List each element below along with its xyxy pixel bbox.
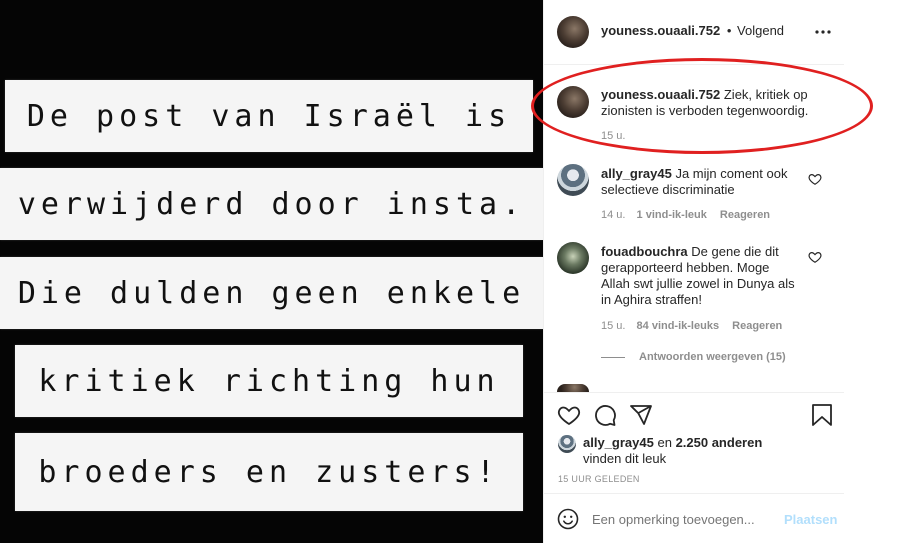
likes-user[interactable]: ally_gray45 (583, 435, 654, 450)
caption-username[interactable]: youness.ouaali.752 (601, 87, 720, 102)
comment-avatar-ally[interactable] (557, 164, 589, 196)
actions-divider (544, 392, 845, 393)
heart-icon[interactable] (557, 403, 581, 427)
post-comment-button[interactable]: Plaatsen (784, 512, 837, 527)
header-separator: • (726, 23, 732, 38)
comment-icon[interactable] (593, 403, 617, 427)
header-divider (544, 64, 845, 65)
image-text-line-5: broeders en zusters! (15, 433, 523, 511)
comment-like-heart-icon-1[interactable] (808, 172, 822, 186)
share-icon[interactable] (629, 403, 653, 427)
view-replies-line (601, 357, 625, 358)
page-margin (844, 0, 905, 543)
comment-body-1: ally_gray45 Ja mijn coment ook selectiev… (601, 166, 799, 198)
post-header: youness.ouaali.752 • Volgend (601, 23, 784, 38)
comment-username-2[interactable]: fouadbouchra (601, 244, 688, 259)
likes-suffix: vinden dit leuk (583, 451, 667, 466)
caption-avatar[interactable] (557, 86, 589, 118)
post-timestamp[interactable]: 15 UUR GELEDEN (558, 474, 640, 484)
add-comment-divider (544, 493, 845, 494)
image-text-line-3: Die dulden geen enkele (0, 257, 543, 329)
comment-meta-2: 15 u. 84 vind-ik-leuks Reageren (601, 320, 782, 332)
comment-avatar-fouad[interactable] (557, 242, 589, 274)
comment-likes-1[interactable]: 1 vind-ik-leuk (637, 209, 707, 221)
view-replies-label: Antwoorden weergeven (15) (639, 351, 786, 363)
image-text-line-1: De post van Israël is (5, 80, 533, 152)
comment-likes-2[interactable]: 84 vind-ik-leuks (637, 320, 720, 332)
comment-body-2: fouadbouchra De gene die dit gerapportee… (601, 244, 799, 308)
likes-connector: en (657, 435, 672, 450)
comment-username-1[interactable]: ally_gray45 (601, 166, 672, 181)
caption-body: youness.ouaali.752 Ziek, kritiek op zion… (601, 87, 821, 119)
follow-status-button[interactable]: Volgend (737, 23, 784, 38)
likes-summary: ally_gray45 en 2.250 anderen vinden dit … (583, 435, 803, 467)
caption-time[interactable]: 15 u. (601, 130, 625, 142)
comment-meta-1: 14 u. 1 vind-ik-leuk Reageren (601, 209, 770, 221)
more-horizontal-icon[interactable] (815, 25, 831, 39)
post-side-panel: youness.ouaali.752 • Volgend youness.oua… (543, 0, 845, 543)
likes-others-button[interactable]: 2.250 anderen (676, 435, 763, 450)
post-image[interactable]: De post van Israël is verwijderd door in… (0, 0, 543, 543)
next-comment-avatar[interactable] (557, 384, 589, 392)
add-comment-input[interactable] (592, 508, 772, 530)
comment-reply-button-1[interactable]: Reageren (720, 209, 770, 221)
comment-reply-button-2[interactable]: Reageren (732, 320, 782, 332)
comment-like-heart-icon-2[interactable] (808, 250, 822, 264)
comment-time-2[interactable]: 15 u. (601, 320, 625, 332)
comment-time-1[interactable]: 14 u. (601, 209, 625, 221)
bookmark-icon[interactable] (811, 403, 833, 427)
header-avatar[interactable] (557, 16, 589, 48)
view-replies-button[interactable]: Antwoorden weergeven (15) (639, 351, 786, 363)
header-username[interactable]: youness.ouaali.752 (601, 23, 720, 38)
image-text-line-2: verwijderd door insta. (0, 168, 543, 240)
image-text-line-4: kritiek richting hun (15, 345, 523, 417)
emoji-icon[interactable] (557, 508, 579, 530)
likes-avatar[interactable] (558, 435, 576, 453)
